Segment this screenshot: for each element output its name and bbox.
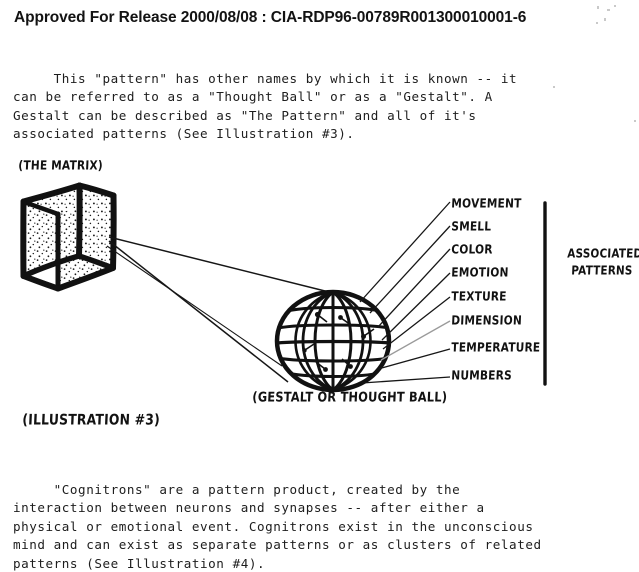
bracket-label-line-2: PATTERNS — [571, 263, 633, 278]
paragraph-cognitrons: "Cognitrons" are a pattern product, crea… — [13, 482, 542, 571]
attribute-label: TEMPERATURE — [451, 340, 541, 355]
attribute-label: DIMENSION — [451, 313, 523, 328]
attribute-label: MOVEMENT — [451, 196, 522, 211]
release-stamp: Approved For Release 2000/08/08 : CIA-RD… — [14, 9, 527, 26]
attribute-label: TEXTURE — [451, 289, 507, 304]
attribute-label: COLOR — [451, 242, 493, 257]
attribute-label: SMELL — [451, 219, 492, 234]
sphere-label: (GESTALT OR THOUGHT BALL) — [252, 388, 448, 405]
scan-artifact — [614, 5, 616, 7]
attribute-label: NUMBERS — [451, 368, 513, 383]
bracket-label-line-1: ASSOCIATED — [567, 246, 639, 261]
scan-artifact — [634, 120, 636, 122]
document-page: Approved For Release 2000/08/08 : CIA-RD… — [0, 0, 639, 572]
scan-artifact — [607, 9, 610, 11]
paragraph-pattern-names: This "pattern" has other names by which … — [13, 71, 518, 142]
scan-artifact — [597, 6, 599, 9]
matrix-cube — [20, 182, 117, 292]
attribute-label: EMOTION — [451, 265, 509, 280]
scan-artifact — [596, 22, 598, 24]
illustration-caption: (ILLUSTRATION #3) — [22, 410, 161, 428]
gestalt-sphere — [274, 289, 392, 393]
scan-artifact — [604, 18, 606, 21]
cube-label: (THE MATRIX) — [18, 158, 104, 173]
scan-artifact — [553, 86, 555, 88]
